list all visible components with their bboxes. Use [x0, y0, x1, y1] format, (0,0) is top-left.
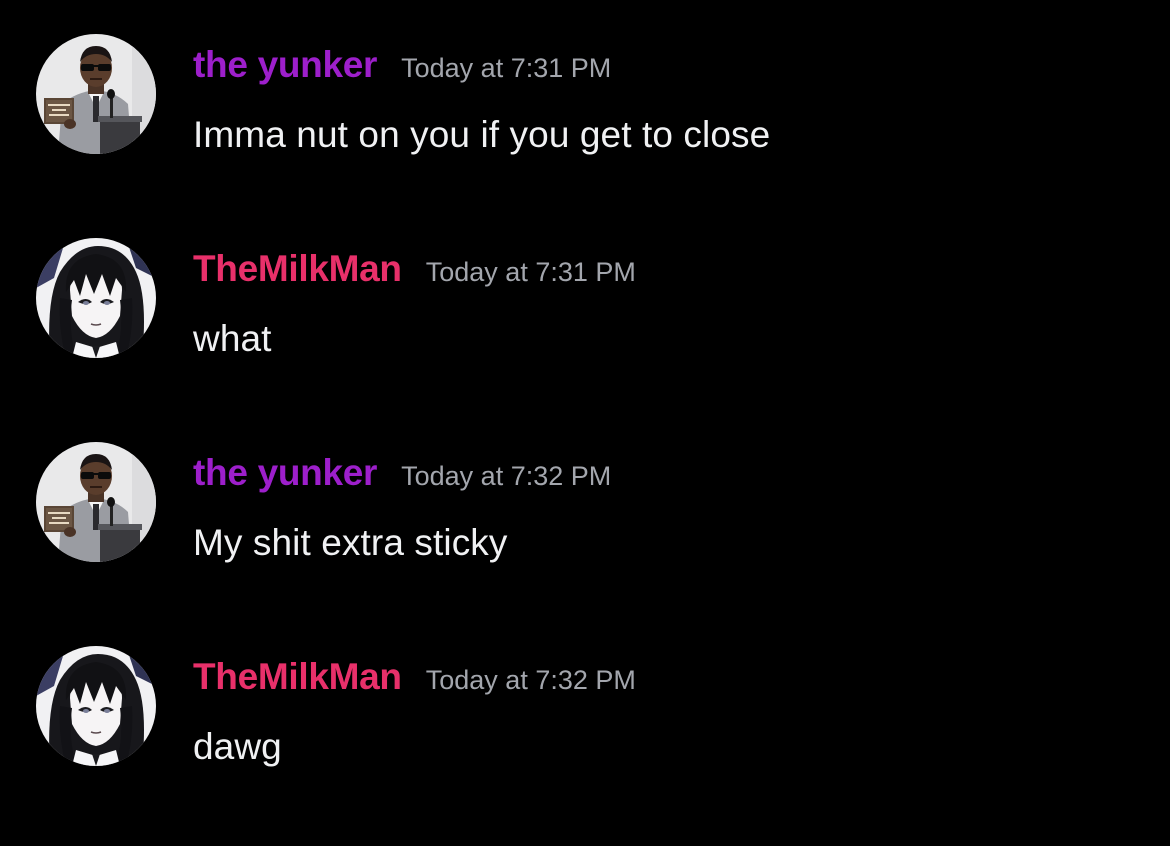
yunker-avatar[interactable]: [36, 34, 156, 154]
message-content: Imma nut on you if you get to close: [193, 114, 771, 155]
message-item[interactable]: the yunker Today at 7:32 PM My shit extra…: [0, 442, 1170, 642]
message-item[interactable]: TheMilkMan Today at 7:31 PM what: [0, 238, 1170, 438]
message-item[interactable]: the yunker Today at 7:31 PM Imma nut on y…: [0, 34, 1170, 234]
message-timestamp: Today at 7:32 PM: [401, 461, 612, 491]
message-header: the yunker Today at 7:32 PM: [193, 452, 611, 500]
message-header: TheMilkMan Today at 7:31 PM: [193, 248, 636, 296]
message-timestamp: Today at 7:31 PM: [401, 53, 612, 83]
milkman-avatar[interactable]: [36, 238, 156, 358]
yunker-avatar[interactable]: [36, 442, 156, 562]
message-timestamp: Today at 7:32 PM: [425, 665, 636, 695]
message-content: what: [193, 318, 272, 359]
milkman-avatar[interactable]: [36, 646, 156, 766]
message-timestamp: Today at 7:31 PM: [425, 257, 636, 287]
message-content: dawg: [193, 726, 282, 767]
author-name[interactable]: the yunker: [193, 44, 377, 85]
message-content: My shit extra sticky: [193, 522, 508, 563]
chat-log: the yunker Today at 7:31 PM Imma nut on y…: [0, 0, 1170, 840]
author-name[interactable]: TheMilkMan: [193, 248, 402, 289]
message-item[interactable]: TheMilkMan Today at 7:32 PM dawg: [0, 646, 1170, 846]
author-name[interactable]: TheMilkMan: [193, 656, 402, 697]
message-header: the yunker Today at 7:31 PM: [193, 44, 611, 92]
message-header: TheMilkMan Today at 7:32 PM: [193, 656, 636, 704]
author-name[interactable]: the yunker: [193, 452, 377, 493]
